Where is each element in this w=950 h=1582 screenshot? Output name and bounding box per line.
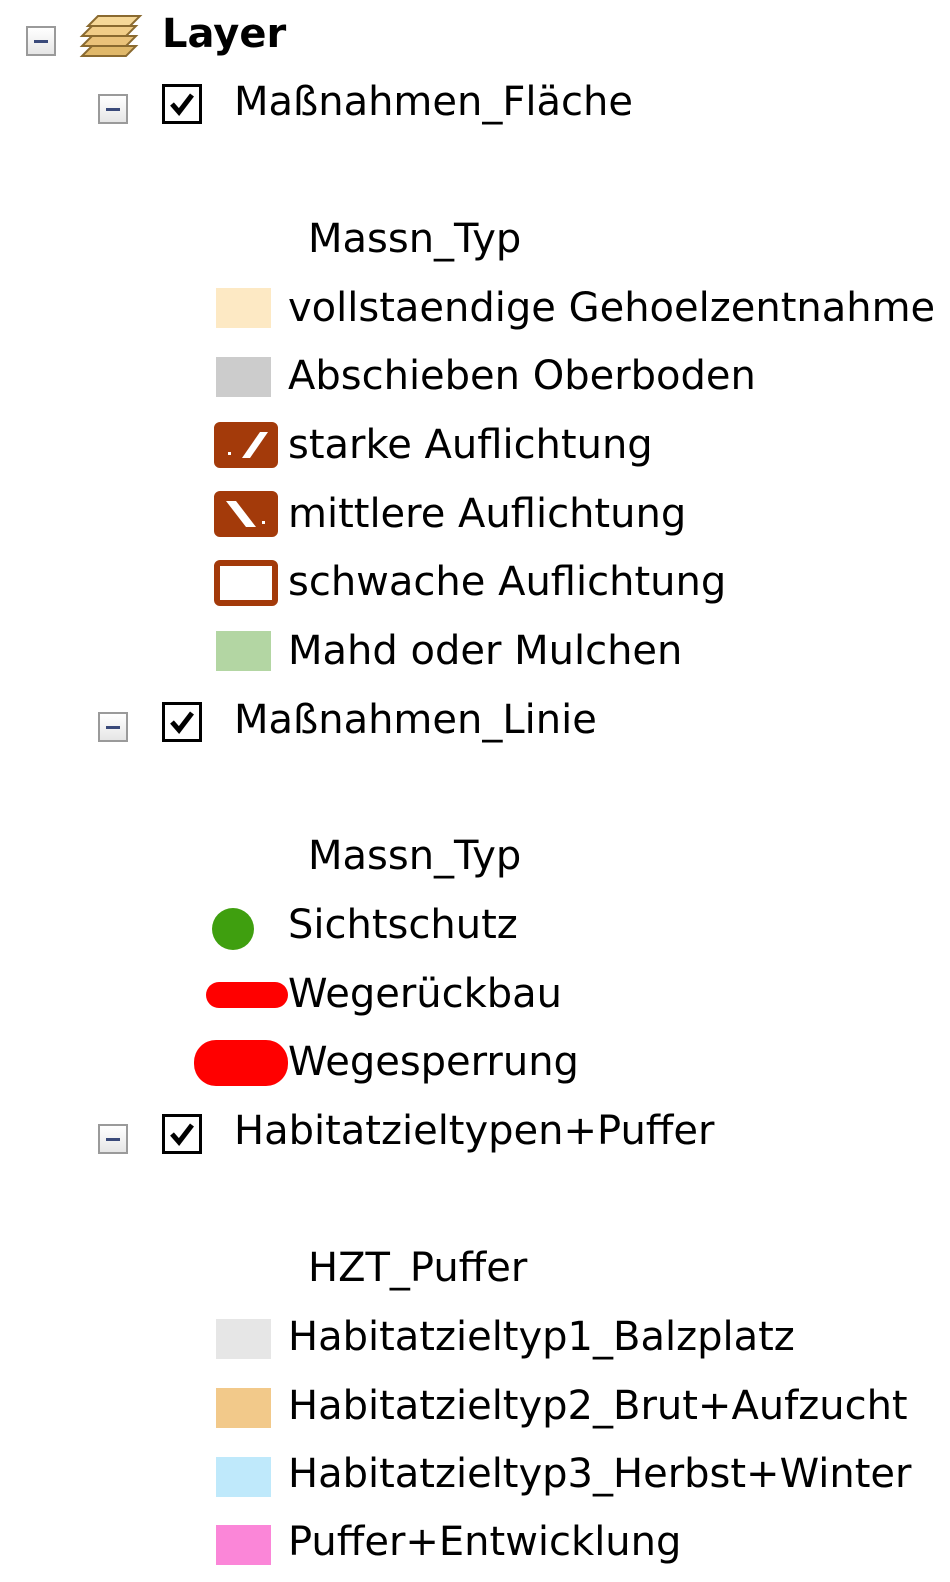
checkmark-icon — [170, 1123, 194, 1146]
legend-item-label: vollstaendige Gehoelzentnahme — [288, 285, 936, 331]
legend-item-label: Habitatzieltyp3_Herbst+Winter — [288, 1451, 912, 1497]
legend-swatch — [216, 1457, 271, 1497]
layer-visibility-checkbox[interactable] — [162, 1114, 202, 1154]
legend-item-label: Wegerückbau — [288, 971, 563, 1017]
outline-swatch — [214, 560, 278, 606]
legend-item-label: mittlere Auflichtung — [288, 491, 687, 537]
collapse-layer-button[interactable] — [98, 1124, 128, 1154]
layer-name[interactable]: Maßnahmen_Linie — [234, 700, 597, 740]
legend-swatch — [216, 288, 271, 328]
layer-visibility-checkbox[interactable] — [162, 702, 202, 742]
layers-icon — [79, 15, 143, 57]
legend-field-heading: HZT_Puffer — [308, 1245, 528, 1291]
legend-item-label: Puffer+Entwicklung — [288, 1519, 682, 1565]
legend-item-label: Habitatzieltyp1_Balzplatz — [288, 1314, 795, 1360]
hatch-forward-swatch — [214, 422, 278, 468]
legend-item-label: Habitatzieltyp2_Brut+Aufzucht — [288, 1383, 908, 1429]
line-swatch — [194, 1040, 288, 1086]
legend-item-label: Wegesperrung — [288, 1039, 579, 1085]
collapse-root-button[interactable] — [26, 26, 56, 56]
legend-field-heading: Massn_Typ — [308, 833, 522, 879]
collapse-layer-button[interactable] — [98, 94, 128, 124]
legend-field-heading: Massn_Typ — [308, 216, 522, 262]
legend-swatch — [216, 631, 271, 671]
legend-item-label: schwache Auflichtung — [288, 559, 727, 605]
checkmark-icon — [170, 93, 194, 116]
checkmark-icon — [170, 711, 194, 734]
legend-swatch — [216, 1319, 271, 1359]
legend-item-label: Abschieben Oberboden — [288, 353, 756, 399]
legend-item-label: Mahd oder Mulchen — [288, 628, 683, 674]
line-swatch — [206, 982, 288, 1008]
root-label[interactable]: Layer — [162, 14, 286, 54]
layer-name[interactable]: Habitatzieltypen+Puffer — [234, 1111, 714, 1151]
legend-swatch — [216, 1388, 271, 1428]
legend-swatch — [216, 357, 271, 397]
legend-item-label: Sichtschutz — [288, 902, 518, 948]
dot-swatch — [212, 908, 254, 950]
legend-swatch — [216, 1525, 271, 1565]
layer-visibility-checkbox[interactable] — [162, 84, 202, 124]
collapse-layer-button[interactable] — [98, 712, 128, 742]
hatch-backward-swatch — [214, 491, 278, 537]
layer-name[interactable]: Maßnahmen_Fläche — [234, 82, 633, 122]
legend-item-label: starke Auflichtung — [288, 422, 653, 468]
